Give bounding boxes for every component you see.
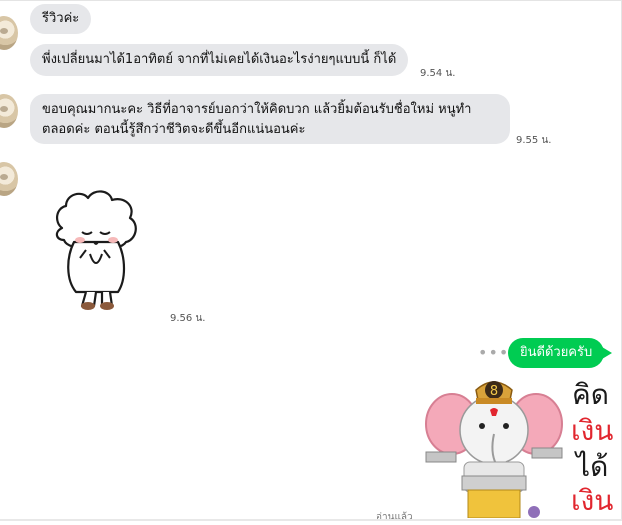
- sheep-bowing-sticker[interactable]: [52, 188, 142, 314]
- sticker-word-2: เงิน: [571, 414, 614, 447]
- top-border: [0, 0, 622, 1]
- sticker-word-3: ได้: [576, 450, 609, 483]
- message-text: พี่งเปลี่ยนมาได้1อาทิตย์ จากที่ไม่เคยได้…: [42, 52, 397, 67]
- message-bubble-review[interactable]: รีวิวค่ะ: [30, 4, 92, 34]
- read-receipt: อ่านแล้ว: [376, 512, 413, 523]
- message-timestamp: 9.55 น.: [516, 135, 552, 146]
- message-text: ยินดีด้วยครับ: [520, 345, 593, 360]
- ganesha-sticker[interactable]: 8: [424, 376, 564, 518]
- message-timestamp: 9.56 น.: [170, 313, 206, 324]
- sticker-word-1: คิด: [572, 378, 609, 411]
- sticker-word-4: เงิน: [571, 484, 614, 517]
- svg-text:8: 8: [490, 384, 498, 399]
- message-bubble-thanks[interactable]: ขอบคุณมากนะคะ วิธีที่อาจารย์บอกว่าให้คิด…: [30, 94, 510, 144]
- message-timestamp: 9.54 น.: [420, 68, 456, 79]
- message-text-line-1: ขอบคุณมากนะคะ วิธีที่อาจารย์บอกว่าให้คิด…: [42, 102, 472, 117]
- more-options-icon[interactable]: •••: [478, 343, 509, 362]
- bubble-tail: [602, 347, 612, 359]
- message-text: รีวิวค่ะ: [42, 11, 80, 26]
- sender-avatar[interactable]: [0, 94, 18, 128]
- message-text-line-2: ตลอดค่ะ ตอนนี้รู้สึกว่าชีวิตจะดีขึ้นอีกแ…: [42, 122, 306, 137]
- sender-avatar[interactable]: [0, 162, 18, 196]
- sender-avatar[interactable]: [0, 16, 18, 50]
- outgoing-message-bubble[interactable]: ยินดีด้วยครับ: [508, 338, 605, 368]
- message-bubble[interactable]: พี่งเปลี่ยนมาได้1อาทิตย์ จากที่ไม่เคยได้…: [30, 44, 409, 76]
